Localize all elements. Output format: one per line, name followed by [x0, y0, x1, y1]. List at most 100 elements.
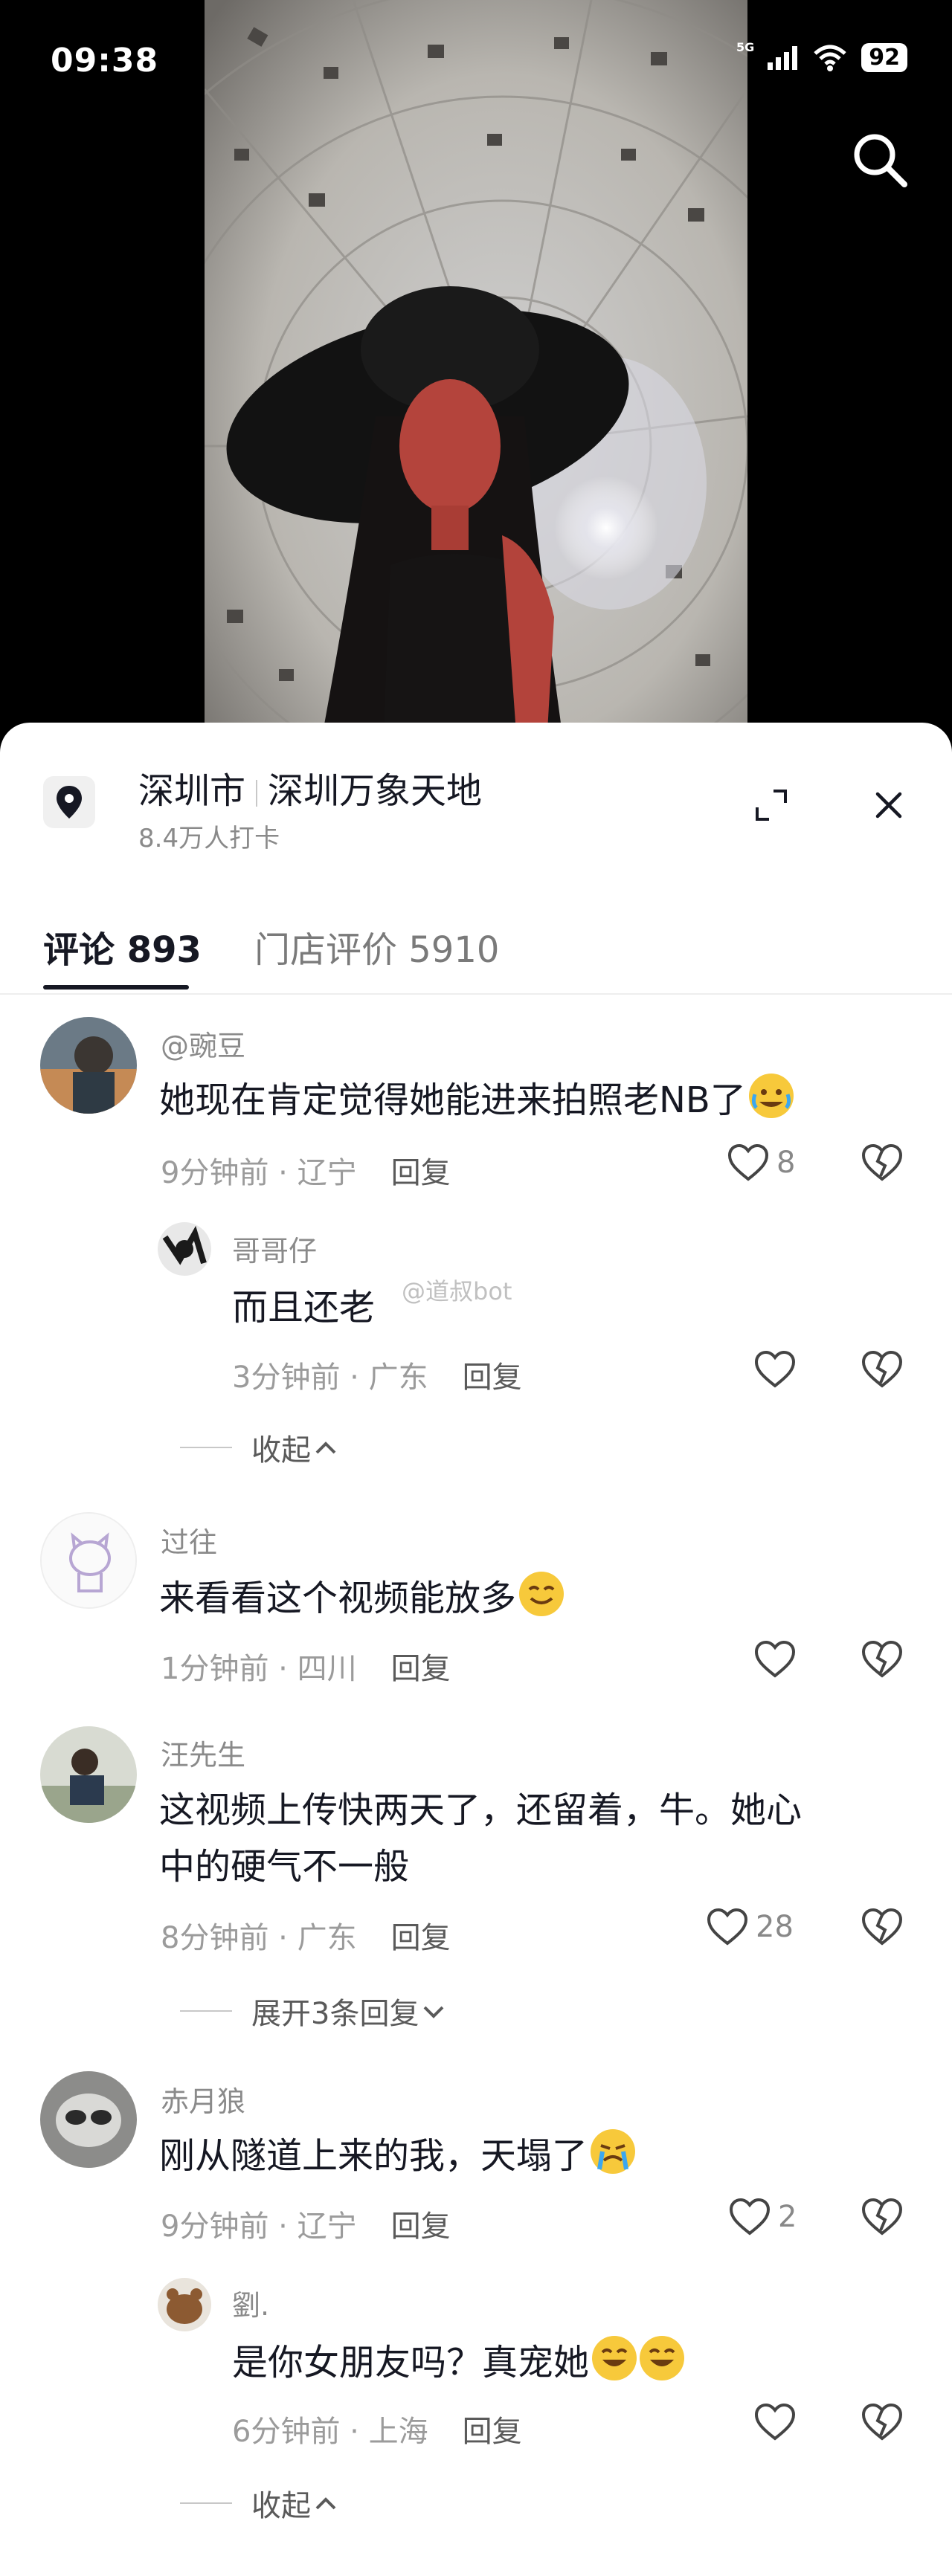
comment-time: 1分钟前 · 四川 [161, 1652, 357, 1686]
comment-time: 8分钟前 · 广东 [161, 1921, 357, 1955]
avatar[interactable] [40, 1017, 137, 1114]
comment-username[interactable]: 赤月狼 [161, 2079, 245, 2120]
dislike-icon[interactable] [861, 1640, 903, 1679]
heart-icon[interactable] [754, 2403, 796, 2441]
heart-icon[interactable] [754, 1640, 796, 1679]
like-count: 2 [778, 2200, 797, 2234]
comment-text-line2: 中的硬气不一般 [159, 1846, 410, 1888]
reply-button[interactable]: 回复 [391, 1156, 451, 1190]
happy-emoji-icon [592, 2336, 637, 2380]
expand-icon[interactable] [753, 787, 790, 824]
search-icon[interactable] [848, 128, 910, 190]
fold-divider [180, 1447, 232, 1448]
close-icon[interactable] [870, 787, 907, 824]
dislike-icon[interactable] [861, 2403, 903, 2441]
location-pin-icon [43, 776, 95, 828]
reply-text: 是你女朋友吗？真宠她 [232, 2336, 685, 2389]
comment-text: 刚从隧道上来的我，天塌了 [159, 2129, 636, 2182]
signal-icon [768, 45, 798, 70]
collapse-replies-button[interactable]: 收起 [180, 1426, 341, 1469]
comment-text-content: 刚从隧道上来的我，天塌了 [159, 2135, 588, 2177]
comment-username[interactable]: 汪先生 [161, 1732, 245, 1773]
chevron-up-icon [315, 2497, 336, 2510]
collapse-label: 收起 [251, 2489, 311, 2523]
title-separator [256, 780, 258, 807]
video-frame[interactable] [205, 0, 747, 743]
wifi-icon [814, 45, 846, 71]
comment-time: 9分钟前 · 辽宁 [161, 1156, 357, 1190]
reply-meta: 3分钟前 · 广东 回复 [232, 1353, 522, 1396]
active-tab-indicator [43, 985, 189, 990]
reply-text: 而且还老 [232, 1287, 376, 1329]
collapse-replies-button[interactable]: 收起 [180, 2482, 341, 2525]
fold-divider [180, 2010, 232, 2012]
reply-button[interactable]: 回复 [391, 1652, 451, 1686]
comment-time: 3分钟前 · 广东 [232, 1360, 428, 1395]
dislike-icon[interactable] [861, 1143, 903, 1182]
video-thumbnail [205, 0, 747, 743]
avatar[interactable] [158, 2278, 211, 2331]
reply-meta: 6分钟前 · 上海 回复 [232, 2407, 522, 2450]
video-player[interactable]: 09:38 5G 92 [0, 0, 952, 743]
heart-icon [729, 2198, 771, 2236]
avatar[interactable] [40, 1512, 137, 1609]
dislike-icon[interactable] [861, 1350, 903, 1389]
comment-text-content: 是你女朋友吗？真宠她 [232, 2342, 590, 2383]
reply-button[interactable]: 回复 [463, 1360, 522, 1395]
status-time: 09:38 [51, 42, 159, 80]
avatar[interactable] [40, 1726, 137, 1823]
comment-text: 来看看这个视频能放多 [159, 1572, 565, 1624]
checkin-count: 8.4万人打卡 [138, 824, 280, 853]
location-title[interactable]: 深圳市 深圳万象天地 [138, 761, 482, 813]
tab-bar: 评论 893 门店评价 5910 [0, 907, 952, 995]
chevron-down-icon [424, 2006, 444, 2018]
comment-time: 6分钟前 · 上海 [232, 2415, 428, 2449]
collapse-label: 收起 [251, 1433, 311, 1468]
like-count: 28 [756, 1910, 794, 1944]
avatar[interactable] [158, 1222, 211, 1276]
comment-meta: 9分钟前 · 辽宁 回复 [161, 1149, 451, 1192]
avatar[interactable] [40, 2071, 137, 2168]
watermark: @道叔bot [402, 1277, 512, 1305]
comment-username[interactable]: @豌豆 [161, 1023, 245, 1064]
heart-icon [707, 1908, 748, 1946]
battery-indicator: 92 [861, 43, 907, 72]
crying-laugh-emoji-icon [748, 1074, 794, 1118]
tab-comments[interactable]: 评论 893 [43, 920, 202, 972]
like-button[interactable]: 28 [707, 1908, 794, 1946]
like-button[interactable]: 2 [729, 2198, 797, 2236]
comment-username[interactable]: 过往 [161, 1520, 217, 1560]
reply-username[interactable]: 劉. [232, 2282, 269, 2323]
dislike-icon[interactable] [861, 1908, 903, 1946]
comment-meta: 8分钟前 · 广东 回复 [161, 1914, 451, 1957]
crying-emoji-icon [591, 2129, 636, 2174]
comment-meta: 9分钟前 · 辽宁 回复 [161, 2202, 451, 2245]
comment-meta: 1分钟前 · 四川 回复 [161, 1644, 451, 1688]
reply-button[interactable]: 回复 [391, 2209, 451, 2244]
tab-store-reviews[interactable]: 门店评价 5910 [254, 920, 499, 972]
dislike-icon[interactable] [861, 2198, 903, 2236]
reply-button[interactable]: 回复 [391, 1921, 451, 1955]
location-place: 深圳万象天地 [268, 770, 483, 812]
smile-emoji-icon [519, 1572, 565, 1616]
fold-divider [180, 2502, 232, 2504]
comment-text-line1: 这视频上传快两天了，还留着，牛。她心 [159, 1789, 803, 1831]
comment-sheet [0, 723, 952, 2576]
location-city: 深圳市 [138, 770, 246, 812]
reply-button[interactable]: 回复 [463, 2415, 522, 2449]
comment-text: 她现在肯定觉得她能进来拍照老NB了 [159, 1074, 794, 1126]
comment-time: 9分钟前 · 辽宁 [161, 2209, 357, 2244]
expand-label: 展开3条回复 [251, 1997, 419, 2031]
like-count: 8 [776, 1146, 796, 1180]
like-button[interactable]: 8 [727, 1143, 795, 1182]
happy-emoji-icon [640, 2336, 685, 2380]
heart-icon[interactable] [754, 1350, 796, 1389]
reply-username[interactable]: 哥哥仔 [232, 1228, 317, 1269]
chevron-up-icon [315, 1442, 336, 1454]
network-label: 5G [736, 40, 755, 54]
heart-icon [727, 1143, 769, 1181]
expand-replies-button[interactable]: 展开3条回复 [180, 1989, 448, 2033]
comment-text-content: 她现在肯定觉得她能进来拍照老NB了 [159, 1079, 746, 1121]
status-icons: 5G 92 [736, 40, 907, 72]
comment-text-content: 来看看这个视频能放多 [159, 1578, 517, 1619]
